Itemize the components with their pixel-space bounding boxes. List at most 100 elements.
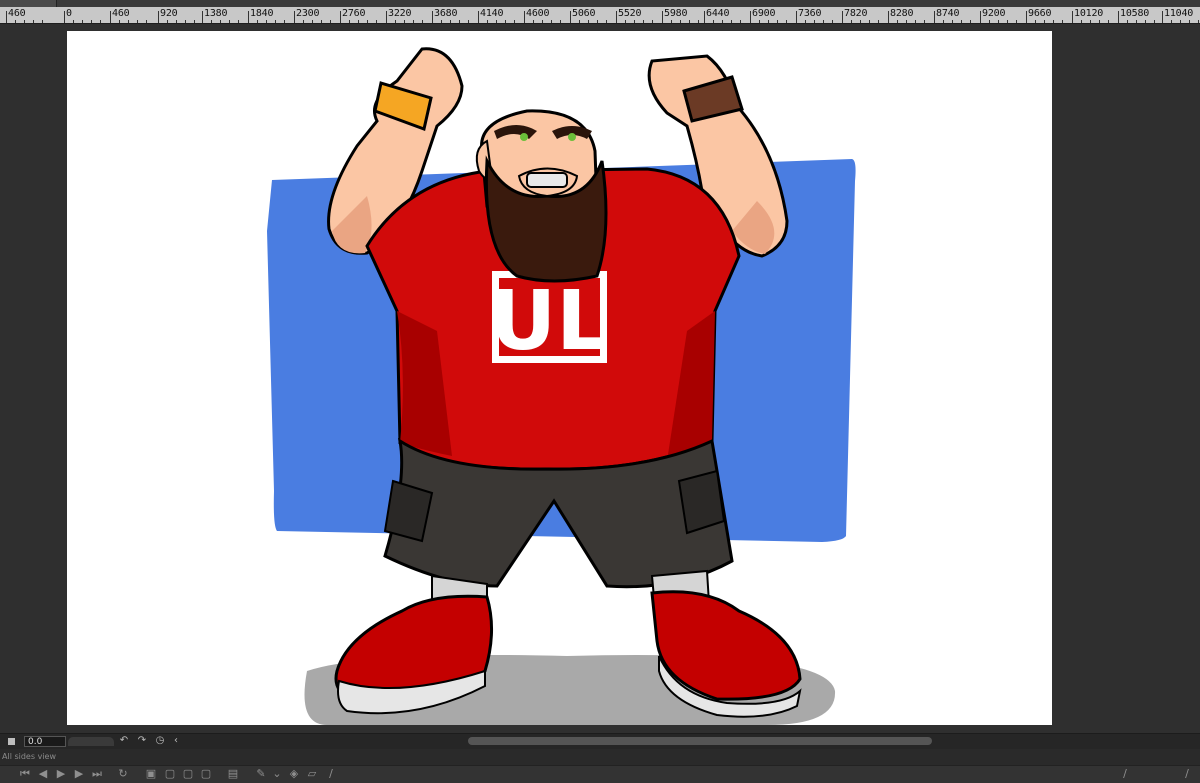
view-label-row: All sides view xyxy=(0,749,1200,765)
ruler-minor-tick xyxy=(220,20,221,23)
loop-icon[interactable]: ↻ xyxy=(116,767,130,781)
ruler-minor-tick xyxy=(952,20,953,23)
fill-tool-icon[interactable]: ◈ xyxy=(287,767,301,781)
ruler-minor-tick xyxy=(1127,20,1128,23)
ruler-minor-tick xyxy=(284,20,285,23)
ruler-minor-tick xyxy=(505,20,506,23)
ruler-minor-tick xyxy=(257,20,258,23)
ruler-minor-tick xyxy=(652,20,653,23)
ruler-minor-tick xyxy=(91,20,92,23)
ruler-major-tick xyxy=(750,11,751,23)
next-frame-icon[interactable]: ▶ xyxy=(72,767,86,781)
ruler-minor-tick xyxy=(459,20,460,23)
ruler-minor-tick xyxy=(906,20,907,23)
ruler-minor-tick xyxy=(1198,20,1199,23)
ruler-major-tick xyxy=(704,11,705,23)
ruler-minor-tick xyxy=(625,20,626,23)
horizontal-ruler[interactable]: 460 0 460 920 1380 1840 2300 2760 3220 3680 4140 46… xyxy=(0,7,1200,24)
ruler-minor-tick xyxy=(73,20,74,23)
ruler-label: 7360 xyxy=(798,8,822,19)
ruler-minor-tick xyxy=(643,20,644,23)
frame-slider[interactable] xyxy=(68,737,114,746)
first-frame-icon[interactable]: ⏮ xyxy=(18,767,32,781)
camera-view-icon[interactable]: ▤ xyxy=(226,767,240,781)
ruler-major-tick xyxy=(934,11,935,23)
ruler-minor-tick xyxy=(1044,20,1045,23)
collapse-arrow-icon[interactable]: ‹ xyxy=(170,735,182,747)
ruler-minor-tick xyxy=(597,20,598,23)
ruler-minor-tick xyxy=(100,20,101,23)
ruler-minor-tick xyxy=(897,20,898,23)
ruler-minor-tick xyxy=(1062,20,1063,23)
ruler-label: 10580 xyxy=(1120,8,1150,19)
ruler-minor-tick xyxy=(689,20,690,23)
brush-tool-icon[interactable]: ∕ xyxy=(324,767,338,781)
redo-icon[interactable]: ↷ xyxy=(136,735,148,747)
ruler-minor-tick xyxy=(943,20,944,23)
ruler-major-tick xyxy=(294,11,295,23)
ruler-minor-tick xyxy=(119,20,120,23)
ruler-minor-tick xyxy=(823,20,824,23)
ruler-label: 9660 xyxy=(1028,8,1052,19)
clock-icon[interactable]: ◷ xyxy=(154,735,166,747)
onion-range-icon[interactable]: ▢ xyxy=(199,767,213,781)
right-pocket xyxy=(677,469,726,535)
frame-view-icon[interactable]: ▣ xyxy=(144,767,158,781)
ruler-minor-tick xyxy=(878,20,879,23)
ruler-minor-tick xyxy=(961,20,962,23)
stroke-right-1-icon[interactable]: ∕ xyxy=(1118,767,1132,781)
ruler-minor-tick xyxy=(970,20,971,23)
ruler-label: 4600 xyxy=(526,8,550,19)
last-frame-icon[interactable]: ⏭ xyxy=(90,767,104,781)
ruler-label: 4140 xyxy=(480,8,504,19)
ruler-minor-tick xyxy=(349,20,350,23)
ruler-minor-tick xyxy=(24,20,25,23)
onion-next-icon[interactable]: ▢ xyxy=(181,767,195,781)
ruler-minor-tick xyxy=(1180,20,1181,23)
ruler-minor-tick xyxy=(698,20,699,23)
ruler-minor-tick xyxy=(671,20,672,23)
undo-icon[interactable]: ↶ xyxy=(118,735,130,747)
ruler-label: 11040 xyxy=(1164,8,1194,19)
ruler-major-tick xyxy=(64,11,65,23)
ruler-minor-tick xyxy=(924,20,925,23)
ruler-minor-tick xyxy=(588,20,589,23)
frame-value-field[interactable]: 0.0 xyxy=(24,736,66,747)
ruler-label: 5980 xyxy=(664,8,688,19)
stroke-right-2-icon[interactable]: ∕ xyxy=(1180,767,1194,781)
ruler-minor-tick xyxy=(413,20,414,23)
shape-tool-icon[interactable]: ▱ xyxy=(305,767,319,781)
ruler-minor-tick xyxy=(542,20,543,23)
pen-tool-icon[interactable]: ✎ xyxy=(254,767,268,781)
drawing-canvas[interactable]: UL xyxy=(67,31,1052,725)
ruler-major-tick xyxy=(796,11,797,23)
ruler-label: 9200 xyxy=(982,8,1006,19)
ruler-minor-tick xyxy=(238,20,239,23)
ruler-minor-tick xyxy=(176,20,177,23)
ruler-minor-tick xyxy=(303,20,304,23)
ruler-minor-tick xyxy=(33,20,34,23)
ruler-major-tick xyxy=(1072,11,1073,23)
ruler-minor-tick xyxy=(634,20,635,23)
ruler-minor-tick xyxy=(989,20,990,23)
ruler-minor-tick xyxy=(998,20,999,23)
timeline-marker[interactable] xyxy=(8,738,15,745)
ruler-minor-tick xyxy=(42,20,43,23)
ruler-major-tick xyxy=(158,11,159,23)
ruler-minor-tick xyxy=(786,20,787,23)
ruler-minor-tick xyxy=(713,20,714,23)
ruler-minor-tick xyxy=(358,20,359,23)
play-icon[interactable]: ▶ xyxy=(54,767,68,781)
dropdown-icon[interactable]: ⌄ xyxy=(270,767,284,781)
ruler-minor-tick xyxy=(551,20,552,23)
ruler-minor-tick xyxy=(731,20,732,23)
document-tab[interactable] xyxy=(0,0,57,7)
ruler-minor-tick xyxy=(805,20,806,23)
ruler-major-tick xyxy=(478,11,479,23)
ruler-minor-tick xyxy=(860,20,861,23)
ruler-minor-tick xyxy=(1171,20,1172,23)
ruler-minor-tick xyxy=(404,20,405,23)
onion-prev-icon[interactable]: ▢ xyxy=(163,767,177,781)
horizontal-scrollbar[interactable] xyxy=(468,737,932,745)
prev-frame-icon[interactable]: ◀ xyxy=(36,767,50,781)
